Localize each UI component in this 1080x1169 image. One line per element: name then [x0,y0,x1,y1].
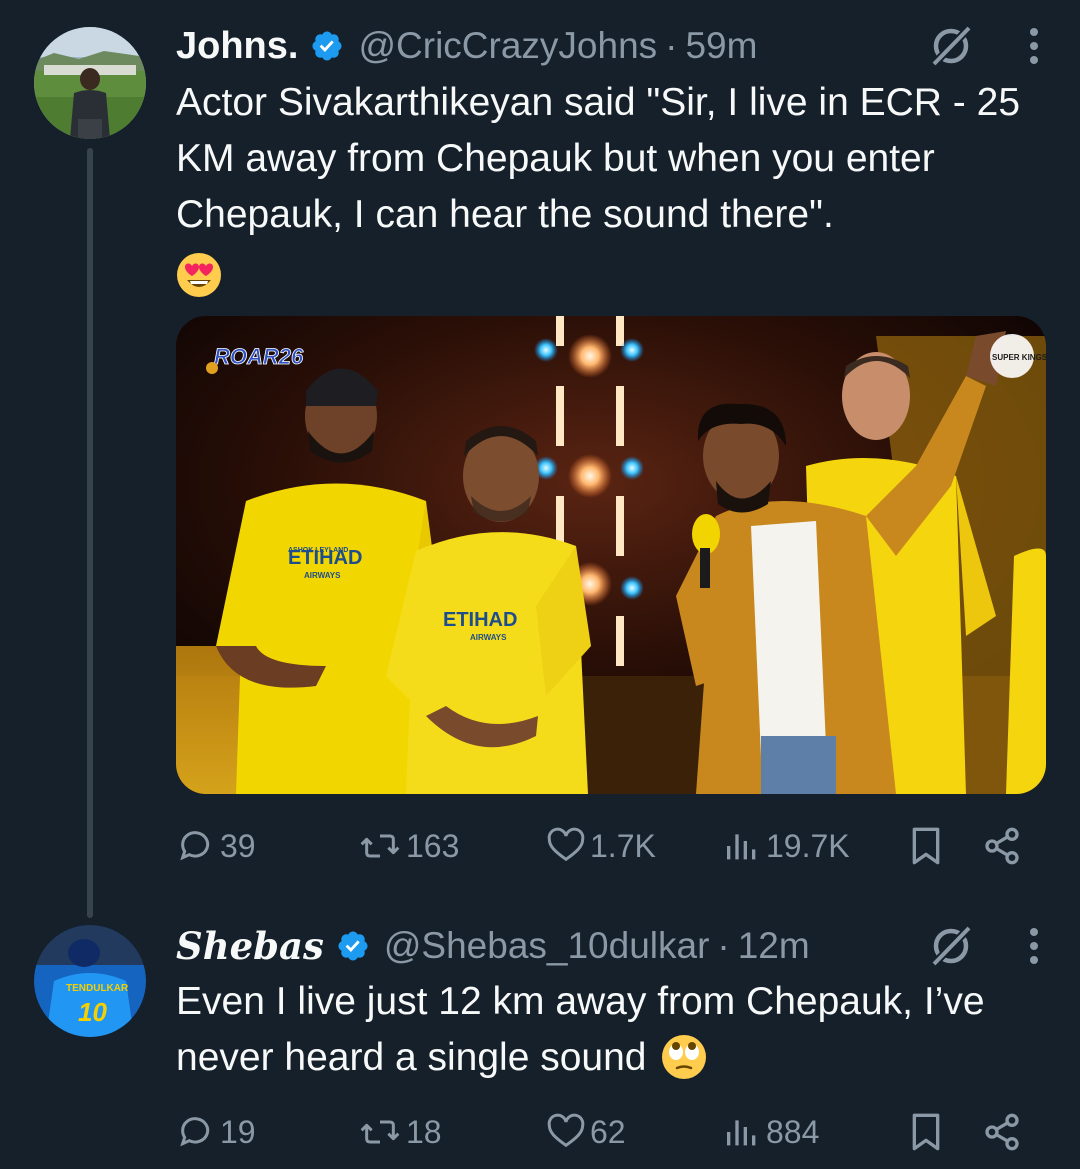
repost-count: 18 [406,1113,442,1150]
separator-dot: · [665,25,678,66]
verified-badge-icon[interactable] [310,29,344,63]
views-count: 19.7K [766,827,850,864]
avatar[interactable]: TENDULKAR 10 [34,925,146,1037]
bookmark-button[interactable] [906,1104,950,1160]
verified-badge-icon[interactable] [336,929,370,963]
tweet-text: Actor Sivakarthikeyan said "Sir, I live … [176,81,1021,236]
eye-roll-emoji-icon [662,1034,707,1079]
reply-count: 39 [220,827,256,864]
share-icon [985,827,1019,865]
like-count: 62 [590,1113,626,1150]
action-bar: 19 18 62 884 [176,1104,1036,1160]
handle[interactable]: @CricCrazyJohns [358,25,657,67]
heart-eyes-emoji-icon [177,252,221,297]
tweet-header: Shebas @Shebas_10dulkar · 12m [176,920,1040,972]
jersey-sub-text-2: AIRWAYS [470,633,507,642]
views-button[interactable]: 19.7K [722,818,850,874]
thread-line [87,148,93,918]
reply-count: 19 [220,1113,256,1150]
share-button[interactable] [982,1104,1026,1160]
avatar-number-text: 10 [78,997,107,1027]
separator-dot: · [717,925,730,966]
tweet-reply[interactable]: TENDULKAR 10 Shebas @Shebas_10dulkar · 1… [0,920,1080,1169]
jersey-sponsor-text: ETIHAD [288,547,362,569]
heart-icon [547,1113,585,1148]
action-bar: 39 163 1.7K 19.7K [176,818,1036,874]
repost-icon [360,834,400,858]
like-button[interactable]: 1.7K [546,818,656,874]
tweet-main[interactable]: Johns. @CricCrazyJohns · 59m Actor Sivak… [0,0,1080,920]
repost-button[interactable]: 18 [358,1104,442,1160]
grok-icon[interactable] [928,923,974,969]
share-icon [985,1113,1019,1151]
tweet-text-container: Actor Sivakarthikeyan said "Sir, I live … [176,75,1050,299]
bookmark-icon [912,1113,940,1151]
timestamp[interactable]: 59m [685,25,757,67]
heart-icon [547,827,585,862]
tweet-media-image[interactable]: ASHOK LEYLAND ETIHAD AIRWAYS ETIHAD AIRW… [176,316,1046,794]
reply-icon [180,1117,210,1147]
roar-watermark: ROAR26 [214,344,304,369]
views-chart-icon [727,1120,756,1146]
more-options-icon[interactable] [1028,24,1040,68]
grok-icon[interactable] [928,23,974,69]
handle[interactable]: @Shebas_10dulkar [384,925,710,967]
tweet-text: Even I live just 12 km away from Chepauk… [176,980,985,1079]
display-name[interactable]: Johns. [176,25,298,68]
repost-icon [360,1120,400,1144]
reply-button[interactable]: 39 [176,818,256,874]
views-chart-icon [727,834,756,860]
views-count: 884 [766,1113,820,1150]
views-button[interactable]: 884 [722,1104,819,1160]
tweet-header: Johns. @CricCrazyJohns · 59m [176,20,1040,72]
reply-button[interactable]: 19 [176,1104,256,1160]
tweet-text-container: Even I live just 12 km away from Chepauk… [176,974,1050,1086]
share-button[interactable] [982,818,1026,874]
bookmark-button[interactable] [906,818,950,874]
avatar-name-text: TENDULKAR [66,983,129,994]
like-count: 1.7K [590,827,656,864]
reply-icon [180,831,210,861]
timestamp[interactable]: 12m [738,925,810,967]
repost-count: 163 [406,827,460,864]
repost-button[interactable]: 163 [358,818,459,874]
avatar[interactable] [34,27,146,139]
jersey-sub-text: AIRWAYS [304,571,341,580]
more-options-icon[interactable] [1028,924,1040,968]
jersey-sponsor-text-2: ETIHAD [443,609,517,631]
display-name[interactable]: Shebas [176,924,324,968]
csk-watermark: SUPER KINGS [992,353,1046,362]
like-button[interactable]: 62 [546,1104,626,1160]
bookmark-icon [912,827,940,865]
